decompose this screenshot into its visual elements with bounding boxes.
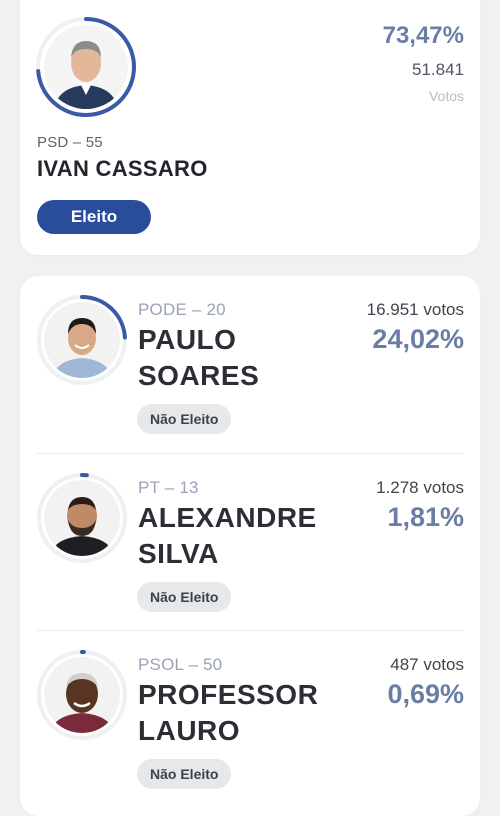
not-elected-badge: Não Eleito: [137, 759, 232, 789]
vote-count: 16.951 votos: [366, 300, 464, 319]
vote-count: 51.841: [412, 60, 464, 79]
elected-badge: Eleito: [37, 200, 151, 234]
candidate-name: ALEXANDRE SILVA: [138, 502, 317, 569]
vote-percentage: 73,47%: [382, 22, 464, 49]
candidate-name: IVAN CASSARO: [37, 156, 208, 181]
candidate-row[interactable]: PT – 13 ALEXANDRE SILVA Não Eleito 1.278…: [20, 454, 480, 631]
vote-count: 487 votos: [390, 655, 464, 674]
party-label: PSD – 55: [37, 134, 103, 151]
candidate-row[interactable]: PSOL – 50 PROFESSOR LAURO Não Eleito 487…: [20, 631, 480, 808]
party-label: PT – 13: [138, 478, 199, 497]
candidate-row[interactable]: PODE – 20 PAULO SOARES Não Eleito 16.951…: [20, 276, 480, 453]
party-label: PSOL – 50: [138, 655, 223, 674]
candidate-avatar: [36, 649, 128, 741]
candidate-avatar: [36, 472, 128, 564]
candidate-name: PROFESSOR LAURO: [138, 679, 319, 746]
candidate-avatar: [36, 294, 128, 386]
votes-label: Votos: [428, 88, 464, 104]
party-label: PODE – 20: [138, 300, 226, 319]
not-elected-badge: Não Eleito: [137, 582, 232, 612]
vote-count: 1.278 votos: [376, 478, 464, 497]
candidates-card: PODE – 20 PAULO SOARES Não Eleito 16.951…: [20, 276, 480, 816]
winner-card[interactable]: PSD – 55 IVAN CASSARO Eleito 73,47% 51.8…: [20, 0, 480, 255]
candidate-photo: [44, 480, 120, 556]
winner-avatar: [35, 16, 137, 118]
candidate-photo: [44, 302, 120, 378]
vote-percentage: 1,81%: [387, 502, 464, 532]
not-elected-badge: Não Eleito: [137, 404, 232, 434]
candidate-photo: [44, 657, 120, 733]
candidate-name: PAULO SOARES: [138, 324, 260, 391]
candidate-photo: [44, 25, 128, 109]
vote-percentage: 0,69%: [387, 679, 464, 709]
vote-percentage: 24,02%: [372, 324, 464, 354]
